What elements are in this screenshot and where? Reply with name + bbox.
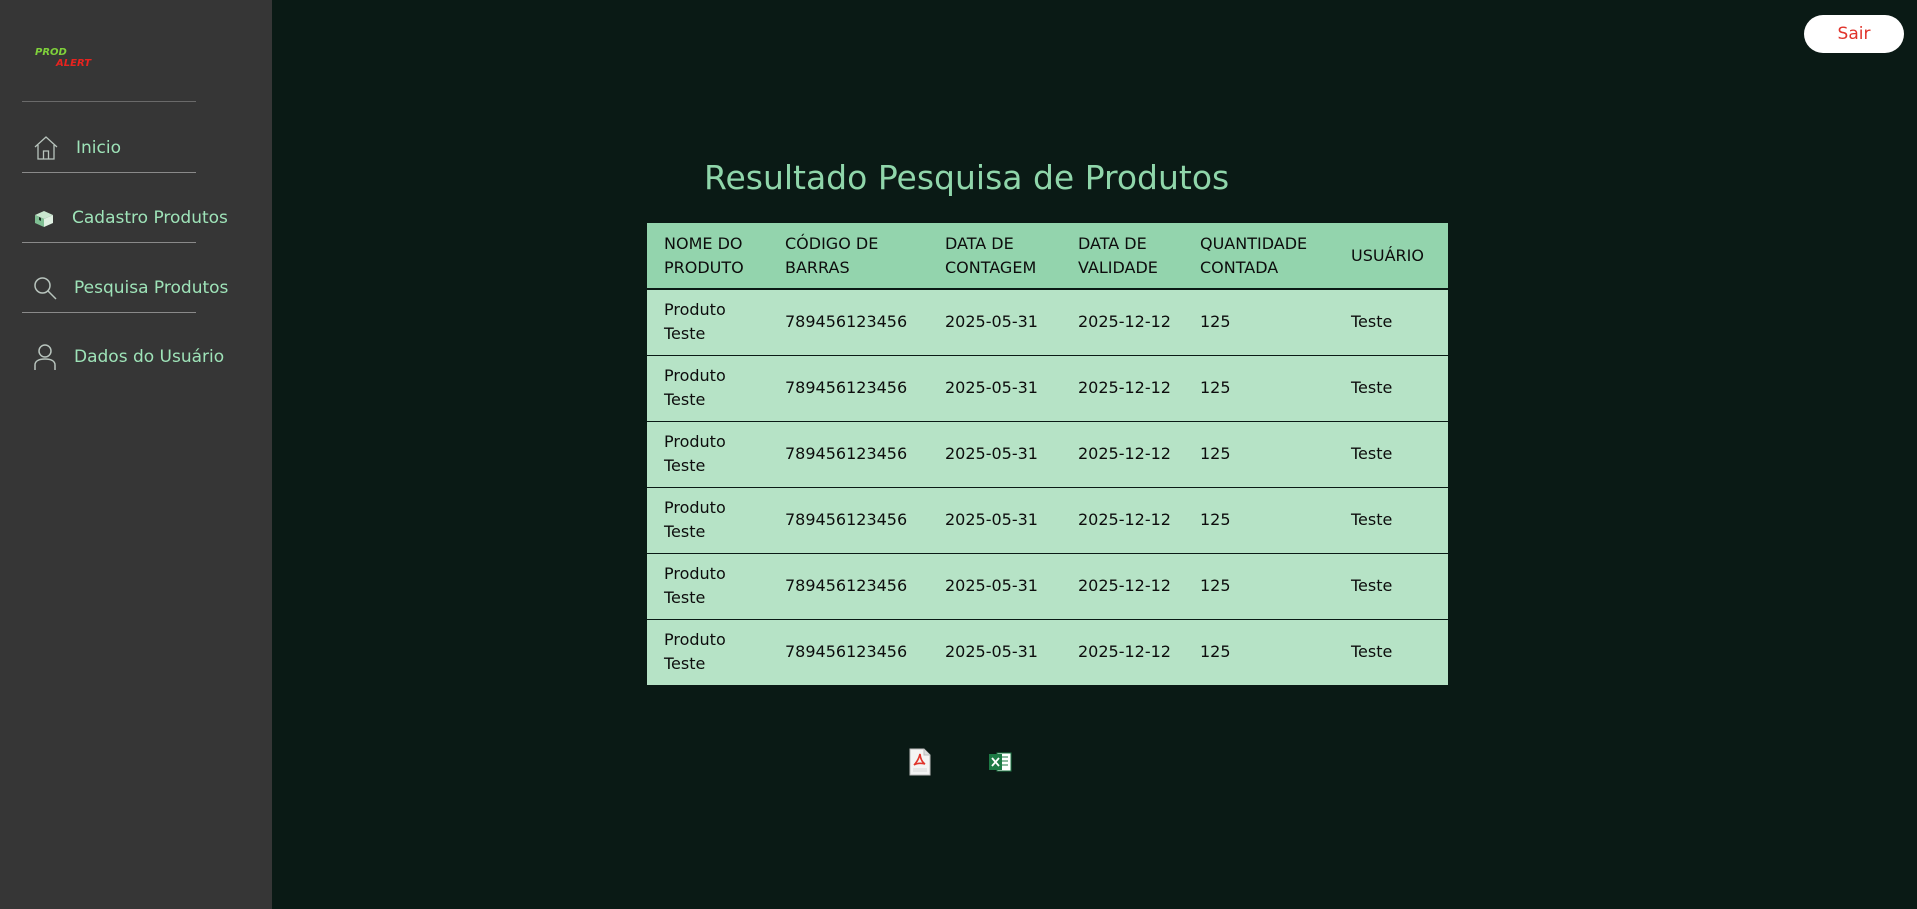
cell-count-date: 2025-05-31 (928, 486, 1061, 553)
cell-count-date: 2025-05-31 (928, 354, 1061, 421)
cell-barcode: 789456123456 (768, 289, 928, 355)
logo-text-line1: PROD (35, 47, 67, 58)
cell-user: Teste (1334, 354, 1448, 421)
home-icon (32, 134, 60, 162)
export-actions (908, 748, 1012, 776)
pdf-icon[interactable] (908, 748, 932, 776)
column-header-codigo-de-barras: CÓDIGO DE BARRAS (768, 223, 928, 290)
sidebar-item-label: Cadastro Produtos (72, 208, 228, 228)
cell-product-name: Produto Teste (647, 486, 768, 553)
logo-divider (22, 101, 196, 102)
cell-barcode: 789456123456 (768, 618, 928, 685)
nav-divider (22, 172, 196, 173)
cell-product-name: Produto Teste (647, 618, 768, 685)
sidebar-item-cadastro-produtos[interactable]: Cadastro Produtos (22, 193, 228, 243)
sidebar-item-label: Inicio (76, 138, 121, 158)
cell-user: Teste (1334, 420, 1448, 487)
cell-quantity: 125 (1183, 486, 1334, 553)
table-row[interactable]: Produto Teste 789456123456 2025-05-31 20… (647, 354, 1448, 421)
cell-expiry-date: 2025-12-12 (1061, 420, 1183, 487)
excel-icon[interactable] (988, 748, 1012, 776)
cell-product-name: Produto Teste (647, 289, 768, 355)
table-row[interactable]: Produto Teste 789456123456 2025-05-31 20… (647, 486, 1448, 553)
page-title: Resultado Pesquisa de Produtos (704, 158, 1230, 197)
column-header-data-de-validade: DATA DE VALIDADE (1061, 223, 1183, 290)
cell-expiry-date: 2025-12-12 (1061, 618, 1183, 685)
cell-count-date: 2025-05-31 (928, 420, 1061, 487)
column-header-usuario: USUÁRIO (1334, 223, 1448, 290)
results-table: NOME DO PRODUTO CÓDIGO DE BARRAS DATA DE… (647, 223, 1448, 685)
cell-quantity: 125 (1183, 420, 1334, 487)
table-row[interactable]: Produto Teste 789456123456 2025-05-31 20… (647, 618, 1448, 685)
nav-divider (22, 242, 196, 243)
logout-button[interactable]: Sair (1804, 15, 1904, 53)
cell-count-date: 2025-05-31 (928, 289, 1061, 355)
sidebar-item-label: Dados do Usuário (74, 347, 225, 367)
cell-user: Teste (1334, 486, 1448, 553)
column-header-data-de-contagem: DATA DE CONTAGEM (928, 223, 1061, 290)
cell-barcode: 789456123456 (768, 420, 928, 487)
cell-expiry-date: 2025-12-12 (1061, 552, 1183, 619)
column-header-quantidade-contada: QUANTIDADE CONTADA (1183, 223, 1334, 290)
sidebar-item-dados-do-usuario[interactable]: Dados do Usuário (22, 332, 224, 382)
nav-divider (22, 312, 196, 313)
cell-quantity: 125 (1183, 618, 1334, 685)
cell-count-date: 2025-05-31 (928, 552, 1061, 619)
cell-product-name: Produto Teste (647, 354, 768, 421)
table-row[interactable]: Produto Teste 789456123456 2025-05-31 20… (647, 552, 1448, 619)
app-logo[interactable]: PROD ALERT (34, 44, 104, 72)
cell-user: Teste (1334, 618, 1448, 685)
table-header-row: NOME DO PRODUTO CÓDIGO DE BARRAS DATA DE… (647, 223, 1448, 290)
column-header-nome-do-produto: NOME DO PRODUTO (647, 223, 768, 290)
cell-count-date: 2025-05-31 (928, 618, 1061, 685)
cell-product-name: Produto Teste (647, 552, 768, 619)
search-icon (32, 274, 58, 302)
cell-barcode: 789456123456 (768, 486, 928, 553)
cell-expiry-date: 2025-12-12 (1061, 354, 1183, 421)
cell-expiry-date: 2025-12-12 (1061, 486, 1183, 553)
cell-barcode: 789456123456 (768, 552, 928, 619)
cell-product-name: Produto Teste (647, 420, 768, 487)
table-row[interactable]: Produto Teste 789456123456 2025-05-31 20… (647, 420, 1448, 487)
box-icon (32, 204, 56, 232)
cell-quantity: 125 (1183, 289, 1334, 355)
sidebar: PROD ALERT Inicio Cadastro Produtos Pesq… (0, 0, 272, 909)
cell-quantity: 125 (1183, 552, 1334, 619)
sidebar-item-inicio[interactable]: Inicio (22, 123, 196, 173)
cell-barcode: 789456123456 (768, 354, 928, 421)
cell-user: Teste (1334, 552, 1448, 619)
cell-quantity: 125 (1183, 354, 1334, 421)
user-icon (32, 343, 58, 371)
sidebar-item-pesquisa-produtos[interactable]: Pesquisa Produtos (22, 263, 228, 313)
cell-expiry-date: 2025-12-12 (1061, 289, 1183, 355)
table-row[interactable]: Produto Teste 789456123456 2025-05-31 20… (647, 289, 1448, 355)
cell-user: Teste (1334, 289, 1448, 355)
sidebar-item-label: Pesquisa Produtos (74, 278, 229, 298)
logo-text-line2: ALERT (55, 58, 92, 69)
